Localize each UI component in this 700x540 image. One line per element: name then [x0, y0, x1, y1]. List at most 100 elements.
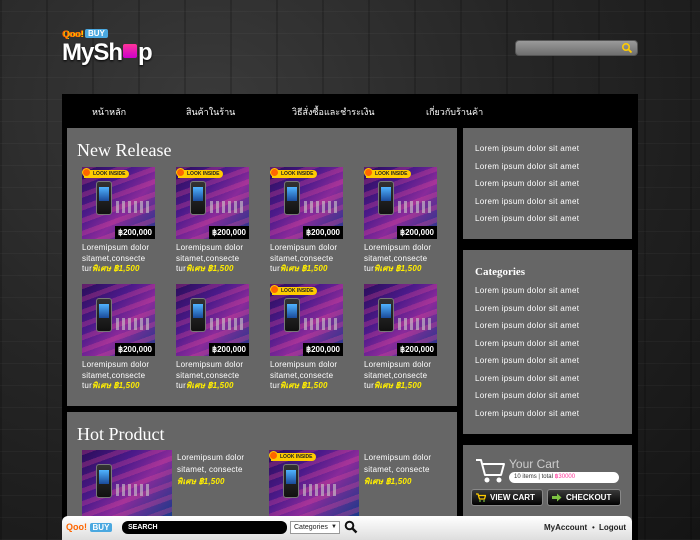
nav-item-how-to-order[interactable]: วิธีสั่งซื้อและชำระเงิน — [292, 105, 375, 119]
product-card[interactable]: LOOK INSIDE ฿200,000 Loremipsum dolor sita… — [270, 284, 360, 392]
side-link-item[interactable]: Lorem ipsum dolor sit amet — [475, 179, 579, 197]
product-image[interactable]: LOOK INSIDE ฿200,000 — [176, 167, 249, 239]
hot-product-text: Loremipsum dolor sitamet, consecte พิเศษ ฿… — [364, 452, 444, 488]
accessory-thumbnails — [210, 201, 244, 213]
view-cart-label: VIEW CART — [490, 493, 535, 502]
product-special-price: พิเศษ ฿1,500 — [373, 264, 422, 273]
product-image[interactable]: LOOK INSIDE ฿200,000 — [82, 167, 155, 239]
nav-item-about[interactable]: เกี่ยวกับร้านค้า — [426, 105, 483, 119]
product-image[interactable]: LOOK INSIDE ฿200,000 — [270, 167, 343, 239]
search-icon[interactable] — [344, 520, 358, 534]
toolbar-search-input[interactable]: SEARCH — [122, 521, 287, 534]
category-item[interactable]: Lorem ipsum dolor sit amet — [475, 286, 579, 304]
accessory-thumbnails — [304, 318, 338, 330]
toolbar-logo-buy: BUY — [89, 523, 113, 532]
hot-product-desc-line: sitamet, consecte — [364, 465, 430, 474]
side-link-item[interactable]: Lorem ipsum dolor sit amet — [475, 197, 579, 215]
look-inside-badge: LOOK INSIDE — [269, 451, 316, 461]
nav-item-products[interactable]: สินค้าในร้าน — [186, 105, 235, 119]
product-image[interactable] — [82, 450, 172, 516]
product-image[interactable]: ฿200,000 — [176, 284, 249, 356]
product-description: Loremipsum dolor sitamet,consecte turพิเ… — [176, 360, 266, 392]
look-inside-label: LOOK INSIDE — [187, 171, 220, 177]
badge-dot-icon — [270, 168, 279, 177]
product-description: Loremipsum dolor sitamet,consecte turพิเ… — [82, 243, 172, 275]
price-tag: ฿200,000 — [208, 343, 249, 356]
look-inside-label: LOOK INSIDE — [280, 454, 313, 460]
hot-product-title: Hot Product — [77, 424, 165, 444]
look-inside-label: LOOK INSIDE — [93, 171, 126, 177]
logo-badge-q: Qoo! — [62, 28, 83, 39]
category-item[interactable]: Lorem ipsum dolor sit amet — [475, 339, 579, 357]
product-card[interactable]: LOOK INSIDE ฿200,000 Loremipsum dolor sita… — [270, 167, 360, 275]
phone-image — [283, 464, 299, 498]
category-select-value: Categories — [294, 524, 328, 531]
search-icon[interactable] — [621, 42, 633, 54]
product-card[interactable]: ฿200,000 Loremipsum dolor sitamet,consect… — [364, 284, 454, 392]
price-tag: ฿200,000 — [396, 343, 437, 356]
shopping-bag-icon — [123, 44, 138, 58]
phone-image — [284, 298, 300, 332]
logo-name-left: MySh — [62, 39, 123, 66]
accessory-thumbnails — [116, 201, 150, 213]
product-special-price: พิเศษ ฿1,500 — [185, 381, 234, 390]
product-description: Loremipsum dolor sitamet,consecte turพิเ… — [176, 243, 266, 275]
main-frame: หน้าหลัก สินค้าในร้าน วิธีสั่งซื้อและชำร… — [62, 94, 638, 540]
phone-image — [96, 181, 112, 215]
category-item[interactable]: Lorem ipsum dolor sit amet — [475, 356, 579, 374]
view-cart-button[interactable]: VIEW CART — [471, 489, 543, 506]
look-inside-label: LOOK INSIDE — [375, 171, 408, 177]
product-card[interactable]: LOOK INSIDE ฿200,000 Loremipsum dolor sita… — [176, 167, 266, 275]
look-inside-badge: LOOK INSIDE — [176, 168, 223, 178]
nav-item-home[interactable]: หน้าหลัก — [92, 105, 126, 119]
my-account-link[interactable]: MyAccount — [544, 523, 587, 532]
category-item[interactable]: Lorem ipsum dolor sit amet — [475, 374, 579, 392]
look-inside-badge: LOOK INSIDE — [270, 168, 317, 178]
product-image[interactable]: LOOK INSIDE — [269, 450, 359, 516]
phone-image — [190, 298, 206, 332]
hot-product-desc-line: Loremipsum dolor — [364, 453, 432, 462]
price-tag: ฿200,000 — [302, 226, 343, 239]
cart-item-count: 10 — [514, 474, 521, 480]
look-inside-label: LOOK INSIDE — [281, 171, 314, 177]
category-item[interactable]: Lorem ipsum dolor sit amet — [475, 391, 579, 409]
category-item[interactable]: Lorem ipsum dolor sit amet — [475, 409, 579, 427]
badge-dot-icon — [270, 285, 279, 294]
side-link-item[interactable]: Lorem ipsum dolor sit amet — [475, 214, 579, 232]
category-select[interactable]: Categories ▼ — [290, 521, 340, 534]
main-nav: หน้าหลัก สินค้าในร้าน วิธีสั่งซื้อและชำร… — [62, 94, 638, 124]
phone-image — [96, 298, 112, 332]
checkout-label: CHECKOUT — [566, 493, 612, 502]
toolbar-logo-q: Qoo! — [66, 522, 87, 532]
product-image[interactable]: LOOK INSIDE ฿200,000 — [364, 167, 437, 239]
header-search-input[interactable] — [515, 40, 638, 56]
product-image[interactable]: ฿200,000 — [364, 284, 437, 356]
product-description: Loremipsum dolor sitamet,consecte turพิเ… — [364, 243, 454, 275]
product-card[interactable]: LOOK INSIDE ฿200,000 Loremipsum dolor sita… — [364, 167, 454, 275]
product-image[interactable]: ฿200,000 — [82, 284, 155, 356]
phone-image — [190, 181, 206, 215]
category-item[interactable]: Lorem ipsum dolor sit amet — [475, 321, 579, 339]
site-logo[interactable]: Qoo! BUY MySh p — [62, 28, 162, 68]
toolbar-logo[interactable]: Qoo! BUY — [66, 522, 113, 532]
price-tag: ฿200,000 — [396, 226, 437, 239]
product-card[interactable]: ฿200,000 Loremipsum dolor sitamet,consect… — [82, 284, 172, 392]
hot-product-special-price: พิเศษ ฿1,500 — [177, 477, 225, 486]
phone-image — [378, 298, 394, 332]
cart-summary-suffix: items | total — [520, 474, 555, 480]
product-card[interactable]: ฿200,000 Loremipsum dolor sitamet,consect… — [176, 284, 266, 392]
side-link-item[interactable]: Lorem ipsum dolor sit amet — [475, 162, 579, 180]
look-inside-badge: LOOK INSIDE — [82, 168, 129, 178]
category-item[interactable]: Lorem ipsum dolor sit amet — [475, 304, 579, 322]
side-link-item[interactable]: Lorem ipsum dolor sit amet — [475, 144, 579, 162]
product-card[interactable]: LOOK INSIDE ฿200,000 Loremipsum dolor sita… — [82, 167, 172, 275]
checkout-button[interactable]: CHECKOUT — [547, 489, 621, 506]
price-tag: ฿200,000 — [208, 226, 249, 239]
accessory-thumbnails — [398, 318, 432, 330]
chevron-down-icon: ▼ — [331, 524, 337, 530]
categories-panel: Categories Lorem ipsum dolor sit amet Lor… — [463, 250, 632, 434]
new-release-title: New Release — [77, 140, 172, 160]
hot-product-text: Loremipsum dolor sitamet, consecte พิเศษ ฿… — [177, 452, 257, 488]
logout-link[interactable]: Logout — [599, 523, 626, 532]
product-image[interactable]: LOOK INSIDE ฿200,000 — [270, 284, 343, 356]
